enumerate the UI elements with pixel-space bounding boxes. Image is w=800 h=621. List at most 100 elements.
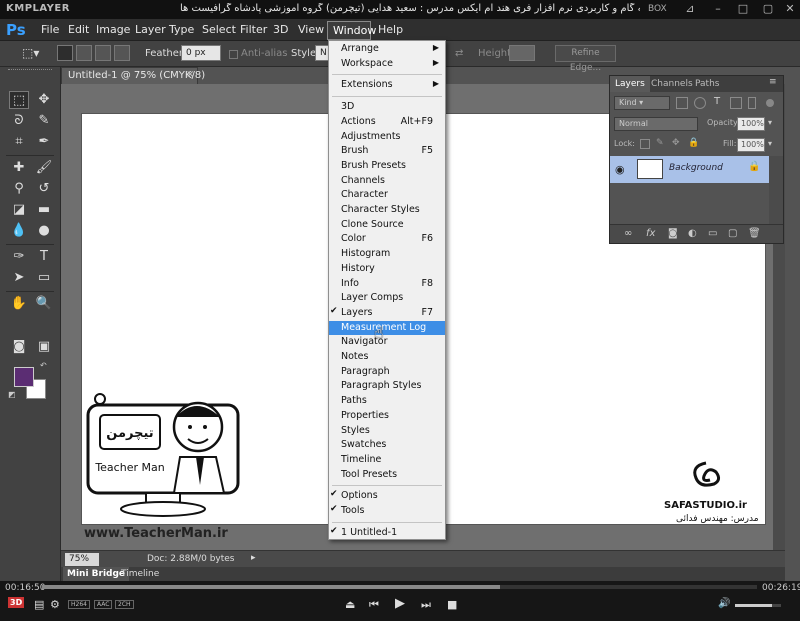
menu-item-measurement-log[interactable]: Measurement Log [329,320,445,336]
minimize-icon[interactable]: – [712,3,724,15]
height-input[interactable] [509,45,535,61]
clone-stamp-tool-icon[interactable]: ⚲ [9,180,29,198]
tools-grip[interactable] [8,69,52,72]
volume-icon[interactable]: 🔊 [718,598,730,609]
menu-type[interactable]: Type [169,23,194,36]
menu-item-3d[interactable]: 3D [329,100,445,115]
menu-item-paragraph[interactable]: Paragraph [329,365,445,380]
hand-tool-icon[interactable]: ✋ [9,295,29,313]
new-layer-icon[interactable]: ▢ [728,228,737,239]
menu-item-paths[interactable]: Paths [329,394,445,409]
layer-name[interactable]: Background [669,163,723,173]
menu-item-tool-presets[interactable]: Tool Presets [329,468,445,483]
feather-input[interactable]: 0 px [181,45,221,61]
settings-icon[interactable]: ⚙ [50,598,60,611]
tab-paths[interactable]: Paths [690,76,724,92]
menu-edit[interactable]: Edit [68,23,89,36]
tab-layers[interactable]: Layers [610,76,650,92]
intersect-selection-icon[interactable] [114,45,130,61]
fill-input[interactable]: 100% [737,138,765,152]
menu-icon[interactable]: ▤ [34,598,44,611]
gradient-tool-icon[interactable]: ▬ [34,201,54,219]
crop-tool-icon[interactable]: ⌗ [9,133,29,151]
menu-item-options[interactable]: ✔ Options [329,489,445,504]
lock-transparent-icon[interactable] [640,139,650,149]
menu-item-character[interactable]: Character [329,188,445,203]
menu-item-layers[interactable]: ✔ Layers F7 [329,306,445,321]
document-close-icon[interactable]: × [186,69,194,80]
lock-all-icon[interactable]: 🔒 [688,138,699,148]
eraser-tool-icon[interactable]: ◪ [9,201,29,219]
history-brush-tool-icon[interactable]: ↺ [34,180,54,198]
subtract-selection-icon[interactable] [95,45,111,61]
refine-edge-button[interactable]: Refine Edge... [555,45,616,73]
filter-toggle-icon[interactable] [766,99,774,107]
marquee-preset-icon[interactable]: ⬚▾ [22,45,48,61]
menu-item-layer-comps[interactable]: Layer Comps [329,291,445,306]
filter-adjustment-icon[interactable] [694,97,706,109]
quick-mask-icon[interactable]: ◙ [9,338,29,356]
menu-item-channels[interactable]: Channels [329,174,445,189]
tab-timeline[interactable]: Timeline [117,567,163,581]
previous-icon[interactable]: ⏮ [369,598,379,612]
menu-view[interactable]: View [298,23,324,36]
opacity-input[interactable]: 100% [737,117,765,131]
type-tool-icon[interactable]: T [34,248,54,266]
blend-mode-select[interactable]: Normal [614,117,698,131]
menu-image[interactable]: Image [96,23,130,36]
volume-slider[interactable] [735,604,781,607]
menu-item-history[interactable]: History [329,262,445,277]
seek-bar[interactable] [42,585,757,589]
dodge-tool-icon[interactable]: ● [34,222,54,240]
box-label[interactable]: BOX [648,4,667,14]
lasso-tool-icon[interactable]: ᘐ [9,112,29,130]
default-colors-icon[interactable]: ◩ [8,390,16,399]
brush-tool-icon[interactable]: 🖌 [34,159,54,177]
kind-filter-select[interactable]: Kind ▾ [614,96,670,110]
menu-item-swatches[interactable]: Swatches [329,438,445,453]
menu-item-character-styles[interactable]: Character Styles [329,203,445,218]
lock-image-icon[interactable]: ✎ [656,138,664,148]
blur-tool-icon[interactable]: 💧 [9,222,29,240]
eyedropper-tool-icon[interactable]: ✒ [34,133,54,151]
menu-item-notes[interactable]: Notes [329,350,445,365]
menu-item-timeline[interactable]: Timeline [329,453,445,468]
new-selection-icon[interactable] [57,45,73,61]
panel-menu-icon[interactable]: ≡ [769,77,777,87]
play-icon[interactable]: ▶ [395,596,405,611]
stop-icon[interactable]: ■ [447,598,457,611]
menu-item-color[interactable]: Color F6 [329,232,445,247]
antialias-checkbox[interactable] [229,50,238,59]
menu-layer[interactable]: Layer [135,23,166,36]
menu-file[interactable]: File [41,23,59,36]
filter-shape-icon[interactable] [730,97,742,109]
document-tab[interactable]: Untitled-1 @ 75% (CMYK/8) × [61,67,205,84]
fullscreen-icon[interactable]: ▢ [762,3,774,15]
lock-position-icon[interactable]: ✥ [672,138,680,148]
menu-item-tools[interactable]: ✔ Tools [329,504,445,519]
pin-icon[interactable]: ⊿ [684,3,696,15]
menu-item-adjustments[interactable]: Adjustments [329,130,445,145]
menu-item-styles[interactable]: Styles [329,424,445,439]
menu-window[interactable]: Window [327,21,376,40]
menu-item-properties[interactable]: Properties [329,409,445,424]
quick-select-tool-icon[interactable]: ✎ [34,112,54,130]
menu-item-arrange[interactable]: Arrange ▶ [329,42,445,57]
menu-select[interactable]: Select [202,23,236,36]
zoom-tool-icon[interactable]: 🔍 [34,295,54,313]
opacity-dropdown-icon[interactable]: ▾ [768,118,772,127]
layer-row-background[interactable]: ◉ Background 🔒 [610,156,769,183]
delete-layer-icon[interactable]: 🗑 [748,228,761,239]
eject-icon[interactable]: ⏏ [345,598,355,611]
menu-item-workspace[interactable]: Workspace ▶ [329,57,445,72]
path-select-tool-icon[interactable]: ➤ [9,269,29,287]
next-icon[interactable]: ⏭ [421,598,431,612]
marquee-tool-icon[interactable]: ⬚ [9,91,29,109]
status-menu-arrow-icon[interactable]: ▸ [251,553,256,563]
add-selection-icon[interactable] [76,45,92,61]
layers-scrollbar[interactable] [769,156,783,224]
new-group-icon[interactable]: ▭ [708,228,717,239]
fill-dropdown-icon[interactable]: ▾ [768,139,772,148]
swap-colors-icon[interactable]: ↶ [40,361,47,370]
screen-mode-icon[interactable]: ▣ [34,338,54,356]
